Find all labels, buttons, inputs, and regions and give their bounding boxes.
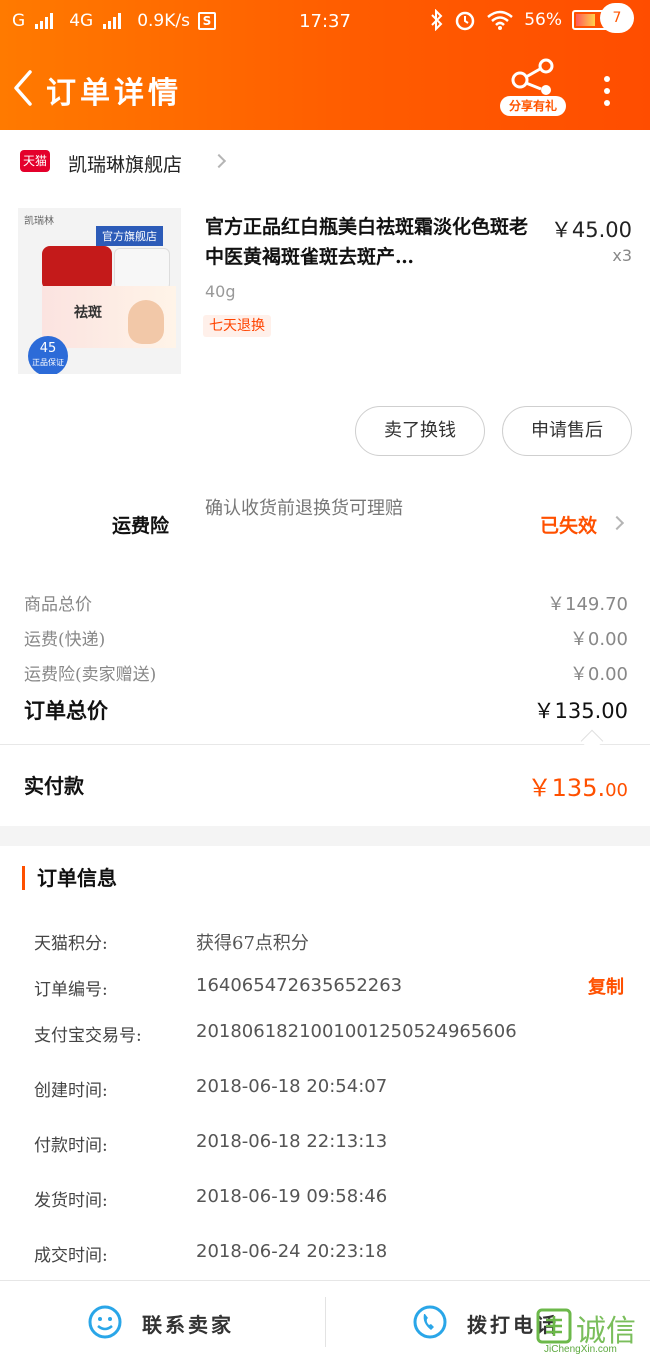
contact-seller-label: 联系卖家 [142, 1313, 234, 1337]
phone-icon [413, 1305, 447, 1339]
image-official-label: 官方旗舰店 [96, 226, 163, 246]
status-bar: G 4G 0.9K/s S 17:37 56% [0, 0, 650, 44]
summary-row-total: 订单总价 ￥135.00 [24, 695, 628, 727]
share-icon [511, 58, 554, 95]
order-total-value: ￥135.00 [533, 699, 628, 723]
total-notch [580, 729, 604, 753]
info-row-created: 创建时间: 2018-06-18 20:54:07 [34, 1072, 630, 1102]
share-button[interactable]: 分享有礼 [500, 56, 566, 118]
info-value: 获得67点积分 [196, 933, 309, 954]
info-row-points: 天猫积分: 获得67点积分 [34, 925, 630, 955]
info-key: 创建时间: [34, 1081, 108, 1101]
paid-amount: ￥135.00 [528, 768, 628, 803]
nav-bar: 订单详情 分享有礼 7 [0, 3, 650, 130]
shipping-insurance-description: 确认收货前退换货可理赔 [205, 498, 403, 519]
paid-amount-cents: 00 [605, 780, 628, 801]
info-key: 发货时间: [34, 1191, 108, 1211]
product-price: ￥45.00 [550, 218, 632, 242]
image-price-chip: 45 正品保证 [28, 336, 68, 374]
watermark-site: JiChengXin.com [544, 1344, 617, 1355]
info-value: 2018061821001001250524965606 [196, 1021, 517, 1042]
summary-label: 运费险(卖家赠送) [24, 665, 157, 685]
page-title: 订单详情 [46, 76, 182, 111]
contact-seller-button[interactable]: 联系卖家 [0, 1281, 325, 1361]
back-arrow-icon[interactable] [10, 68, 40, 108]
info-value: 2018-06-19 09:58:46 [196, 1186, 388, 1207]
product-quantity: x3 [612, 246, 632, 265]
chevron-right-icon [609, 515, 625, 531]
product-title[interactable]: 官方正品红白瓶美白祛斑霜淡化色斑老中医黄褐斑雀斑去斑产… [205, 212, 535, 272]
image-price-sub: 正品保证 [32, 358, 64, 367]
image-box-text: 祛斑 [74, 305, 102, 321]
info-row-completed: 成交时间: 2018-06-24 20:23:18 [34, 1237, 630, 1267]
info-value: 2018-06-18 20:54:07 [196, 1076, 388, 1097]
battery-percent: 56% [524, 10, 562, 30]
info-key: 订单编号: [34, 980, 108, 1000]
image-brand-text: 凯瑞林 [24, 216, 54, 227]
after-sale-button[interactable]: 申请售后 [502, 406, 632, 456]
wifi-icon [487, 10, 514, 30]
info-key: 天猫积分: [34, 934, 108, 954]
model-face-graphic [128, 300, 164, 344]
watermark-logo-icon [536, 1308, 572, 1344]
summary-row-shipping: 运费(快递) ￥0.00 [24, 625, 628, 653]
info-value: 2018-06-18 22:13:13 [196, 1131, 388, 1152]
product-item[interactable]: 凯瑞林 官方旗舰店 祛斑 45 正品保证 官方正品红白瓶美白祛斑霜淡化色斑老中医… [0, 192, 650, 392]
shipping-insurance-status[interactable]: 已失效 [540, 511, 597, 538]
summary-label: 运费(快递) [24, 630, 106, 650]
chat-smile-icon [88, 1305, 122, 1339]
image-price: 45 [39, 341, 57, 356]
sell-button[interactable]: 卖了换钱 [355, 406, 485, 456]
summary-value: ￥0.00 [569, 664, 628, 685]
white-jar-graphic [114, 248, 170, 290]
more-dots-icon[interactable] [604, 76, 610, 112]
summary-value: ￥0.00 [569, 629, 628, 650]
info-row-shipped: 发货时间: 2018-06-19 09:58:46 [34, 1182, 630, 1212]
product-spec: 40g [205, 282, 236, 301]
bluetooth-icon [431, 9, 443, 31]
info-key: 支付宝交易号: [34, 1026, 142, 1046]
copy-button[interactable]: 复制 [588, 973, 624, 999]
info-row-alipay-number: 支付宝交易号: 2018061821001001250524965606 [34, 1017, 630, 1047]
chevron-right-icon [211, 153, 227, 169]
share-label: 分享有礼 [500, 96, 566, 116]
info-key: 付款时间: [34, 1136, 108, 1156]
shipping-insurance-label: 运费险 [112, 515, 170, 537]
summary-value: ￥149.70 [547, 594, 628, 615]
seven-day-return-tag: 七天退换 [203, 315, 271, 337]
info-row-order-number: 订单编号: 164065472635652263 复制 [34, 971, 630, 1001]
summary-row-insurance: 运费险(卖家赠送) ￥0.00 [24, 660, 628, 688]
order-total-label: 订单总价 [24, 698, 108, 723]
paid-label: 实付款 [24, 774, 84, 798]
shop-name[interactable]: 凯瑞琳旗舰店 [68, 150, 182, 177]
top-bar: G 4G 0.9K/s S 17:37 56% 订单详情 分享有礼 7 [0, 0, 650, 130]
tmall-icon: 天猫 [20, 150, 50, 172]
paid-amount-main: ￥135. [527, 774, 606, 802]
shop-row[interactable]: 天猫 凯瑞琳旗舰店 [0, 130, 650, 192]
product-image[interactable]: 凯瑞林 官方旗舰店 祛斑 45 正品保证 [18, 208, 181, 374]
divider [0, 744, 650, 745]
info-row-paid: 付款时间: 2018-06-18 22:13:13 [34, 1127, 630, 1157]
red-jar-graphic [42, 246, 112, 290]
info-key: 成交时间: [34, 1246, 108, 1266]
summary-label: 商品总价 [24, 595, 92, 615]
message-count-badge[interactable]: 7 [600, 3, 634, 33]
order-info-title: 订单信息 [22, 866, 117, 890]
info-value: 2018-06-24 20:23:18 [196, 1241, 388, 1262]
info-value[interactable]: 164065472635652263 [196, 975, 402, 996]
alarm-icon [455, 11, 475, 31]
section-gap [0, 826, 650, 846]
summary-row-goods: 商品总价 ￥149.70 [24, 590, 628, 618]
